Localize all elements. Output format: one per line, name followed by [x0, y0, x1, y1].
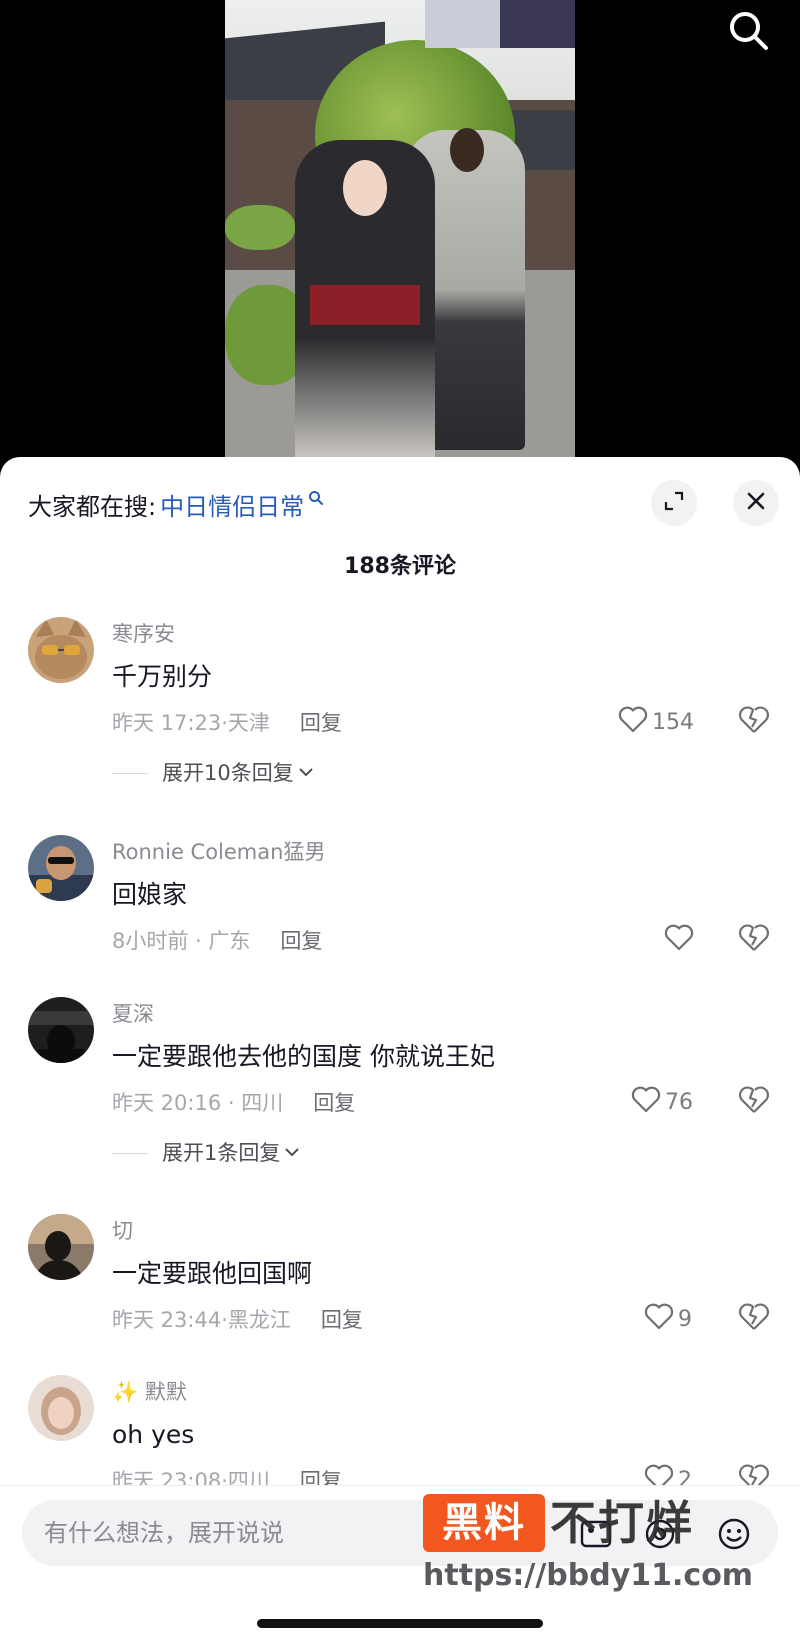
comment-text: oh yes	[112, 1420, 195, 1449]
comment-author[interactable]: 寒序安	[112, 619, 175, 649]
hot-search-prefix: 大家都在搜:	[28, 493, 157, 521]
comment-input-bar: 有什么想法，展开说说 黑料 不打烊 https://bbdy11.com	[0, 1485, 800, 1641]
like-count: 76	[665, 1089, 693, 1115]
avatar[interactable]	[28, 617, 94, 683]
comment-text: 一定要跟他去他的国度 你就说王妃	[112, 1042, 495, 1071]
video-player[interactable]	[0, 0, 800, 470]
comment-text: 一定要跟他回国啊	[112, 1259, 313, 1288]
broken-heart-icon	[738, 1303, 770, 1336]
chevron-down-icon	[298, 757, 314, 789]
comment-location: 天津	[227, 711, 270, 735]
avatar[interactable]	[28, 1375, 94, 1441]
watermark-logo: 黑料	[423, 1494, 545, 1552]
comment-time: 8小时前	[112, 929, 189, 953]
broken-heart-icon	[738, 1086, 770, 1119]
hot-search-bar[interactable]: 大家都在搜: 中日情侣日常	[28, 487, 324, 527]
expand-replies-label: 展开10条回复	[162, 761, 294, 785]
reply-button[interactable]: 回复	[321, 1304, 363, 1336]
dislike-button[interactable]	[738, 1302, 772, 1336]
heart-icon	[618, 705, 652, 739]
expand-replies-button[interactable]: 展开10条回复	[112, 757, 314, 789]
comment-count: 188条评论	[344, 554, 456, 579]
dislike-button[interactable]	[738, 1085, 772, 1119]
home-indicator[interactable]	[257, 1619, 543, 1628]
hot-search-term[interactable]: 中日情侣日常	[160, 487, 304, 527]
avatar[interactable]	[28, 1214, 94, 1280]
like-button[interactable]	[664, 923, 698, 957]
comment-author[interactable]: Ronnie Coleman猛男	[112, 837, 325, 867]
comment-meta: 昨天 20:16 · 四川 回复	[112, 1087, 355, 1119]
comment-time: 昨天 20:16	[112, 1091, 222, 1115]
comment-meta: 8小时前 · 广东 回复	[112, 925, 322, 957]
dislike-button[interactable]	[738, 923, 772, 957]
comment-location: 广东	[208, 929, 251, 953]
search-icon[interactable]	[726, 8, 772, 54]
avatar[interactable]	[28, 835, 94, 901]
comment-time: 昨天 23:44	[112, 1308, 222, 1332]
close-icon	[745, 490, 767, 516]
dislike-button[interactable]	[738, 705, 772, 739]
like-button[interactable]: 154	[618, 705, 694, 739]
comment-location: 四川	[241, 1091, 284, 1115]
close-button[interactable]	[733, 480, 779, 526]
heart-icon	[644, 1302, 678, 1336]
reply-button[interactable]: 回复	[313, 1087, 355, 1119]
comment-text: 回娘家	[112, 880, 188, 909]
like-count: 154	[652, 709, 694, 735]
heart-icon	[664, 923, 698, 957]
watermark-text: 不打烊	[550, 1496, 694, 1550]
expand-icon	[663, 490, 685, 516]
avatar[interactable]	[28, 997, 94, 1063]
comment-meta: 昨天 17:23 · 天津 回复	[112, 707, 342, 739]
video-frame	[225, 0, 575, 470]
broken-heart-icon	[738, 924, 770, 957]
comment-meta: 昨天 23:44 · 黑龙江 回复	[112, 1304, 363, 1336]
comment-author[interactable]: 夏深	[112, 999, 154, 1029]
comment-input-placeholder: 有什么想法，展开说说	[44, 1519, 284, 1547]
comment-author[interactable]: 切	[112, 1216, 133, 1246]
comment-time: 昨天 17:23	[112, 711, 222, 735]
reply-button[interactable]: 回复	[280, 925, 322, 957]
emoji-icon[interactable]	[716, 1516, 752, 1552]
comment-location: 黑龙江	[227, 1308, 291, 1332]
comment-text: 千万别分	[112, 662, 213, 691]
like-count: 9	[678, 1306, 692, 1332]
expand-replies-button[interactable]: 展开1条回复	[112, 1137, 300, 1169]
comment-sheet: 大家都在搜: 中日情侣日常 188条评论 寒序安 千万别分 昨天 17:23 ·…	[0, 457, 800, 1641]
comment-author[interactable]: ✨ 默默	[112, 1377, 187, 1407]
small-search-icon	[308, 481, 324, 521]
like-button[interactable]: 9	[644, 1302, 692, 1336]
expand-button[interactable]	[651, 480, 697, 526]
broken-heart-icon	[738, 706, 770, 739]
reply-button[interactable]: 回复	[300, 707, 342, 739]
like-button[interactable]: 76	[631, 1085, 693, 1119]
heart-icon	[631, 1085, 665, 1119]
chevron-down-icon	[284, 1137, 300, 1169]
expand-replies-label: 展开1条回复	[162, 1141, 281, 1165]
watermark-url: https://bbdy11.com	[423, 1558, 754, 1593]
